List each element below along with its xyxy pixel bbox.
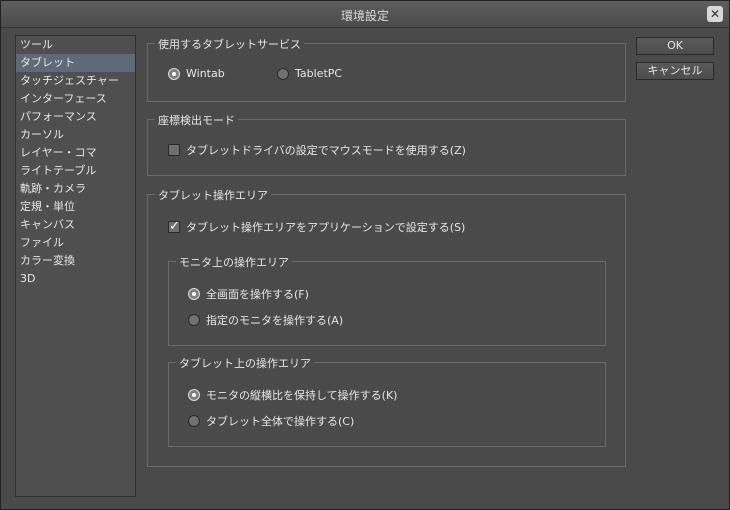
sidebar-item-light-table[interactable]: ライトテーブル [16, 162, 135, 180]
preferences-window: 環境設定 ✕ ツール タブレット タッチジェスチャー インターフェース パフォー… [0, 0, 730, 510]
sidebar-item-tool[interactable]: ツール [16, 36, 135, 54]
tabletpc-label: TabletPC [295, 67, 343, 80]
operation-area-label: タブレット操作エリア [155, 187, 271, 203]
tabletpc-radio[interactable]: TabletPC [277, 67, 342, 80]
sidebar-item-interface[interactable]: インターフェース [16, 90, 135, 108]
app-area-checkbox[interactable]: タブレット操作エリアをアプリケーションで設定する(S) [168, 219, 465, 235]
sidebar-item-performance[interactable]: パフォーマンス [16, 108, 135, 126]
cancel-button[interactable]: キャンセル [636, 62, 714, 80]
radio-selected-icon [188, 389, 200, 401]
sidebar-item-file[interactable]: ファイル [16, 234, 135, 252]
keep-aspect-label: モニタの縦横比を保持して操作する(K) [206, 389, 398, 402]
operation-area-group: タブレット操作エリア タブレット操作エリアをアプリケーションで設定する(S) モ… [147, 187, 626, 467]
sidebar-item-tablet[interactable]: タブレット [16, 54, 135, 72]
radio-selected-icon [188, 288, 200, 300]
specified-monitor-radio[interactable]: 指定のモニタを操作する(A) [188, 312, 343, 328]
whole-tablet-radio[interactable]: タブレット全体で操作する(C) [188, 413, 354, 429]
monitor-area-group: モニタ上の操作エリア 全画面を操作する(F) 指定のモニタを操作する(A) [168, 254, 606, 346]
sidebar-item-touch-gesture[interactable]: タッチジェスチャー [16, 72, 135, 90]
coord-mode-label: 座標検出モード [155, 112, 238, 128]
monitor-area-label: モニタ上の操作エリア [176, 254, 292, 270]
specified-monitor-label: 指定のモニタを操作する(A) [206, 314, 344, 327]
category-list: ツール タブレット タッチジェスチャー インターフェース パフォーマンス カーソ… [15, 35, 136, 497]
sidebar-item-cursor[interactable]: カーソル [16, 126, 135, 144]
ok-button[interactable]: OK [636, 37, 714, 55]
tablet-service-label: 使用するタブレットサービス [155, 36, 304, 52]
wintab-radio[interactable]: Wintab [168, 67, 225, 80]
checkbox-checked-icon [168, 219, 180, 234]
whole-tablet-label: タブレット全体で操作する(C) [206, 415, 355, 428]
full-screen-radio[interactable]: 全画面を操作する(F) [188, 286, 309, 302]
sidebar-item-canvas[interactable]: キャンバス [16, 216, 135, 234]
mouse-mode-checkbox[interactable]: タブレットドライバの設定でマウスモードを使用する(Z) [168, 142, 466, 158]
sidebar-item-ruler-unit[interactable]: 定規・単位 [16, 198, 135, 216]
keep-aspect-radio[interactable]: モニタの縦横比を保持して操作する(K) [188, 387, 397, 403]
radio-unselected-icon [188, 314, 200, 326]
tablet-service-group: 使用するタブレットサービス Wintab TabletPC [147, 36, 626, 102]
tablet-area-group: タブレット上の操作エリア モニタの縦横比を保持して操作する(K) タブレット全体… [168, 355, 606, 447]
sidebar-item-camera-path[interactable]: 軌跡・カメラ [16, 180, 135, 198]
checkbox-unchecked-icon [168, 144, 180, 156]
window-title: 環境設定 [340, 9, 389, 23]
full-screen-label: 全画面を操作する(F) [206, 288, 309, 301]
close-icon[interactable]: ✕ [707, 6, 723, 22]
app-area-label: タブレット操作エリアをアプリケーションで設定する(S) [186, 221, 466, 234]
sidebar-item-color-conversion[interactable]: カラー変換 [16, 252, 135, 270]
coord-mode-group: 座標検出モード タブレットドライバの設定でマウスモードを使用する(Z) [147, 112, 626, 176]
wintab-label: Wintab [186, 67, 225, 80]
mouse-mode-label: タブレットドライバの設定でマウスモードを使用する(Z) [186, 144, 466, 157]
sidebar-item-3d[interactable]: 3D [16, 270, 135, 288]
tablet-area-label: タブレット上の操作エリア [176, 355, 314, 371]
radio-unselected-icon [277, 67, 289, 80]
radio-selected-icon [168, 67, 180, 80]
sidebar-item-layer-frame[interactable]: レイヤー・コマ [16, 144, 135, 162]
radio-unselected-icon [188, 415, 200, 427]
title-bar[interactable]: 環境設定 ✕ [1, 1, 729, 28]
